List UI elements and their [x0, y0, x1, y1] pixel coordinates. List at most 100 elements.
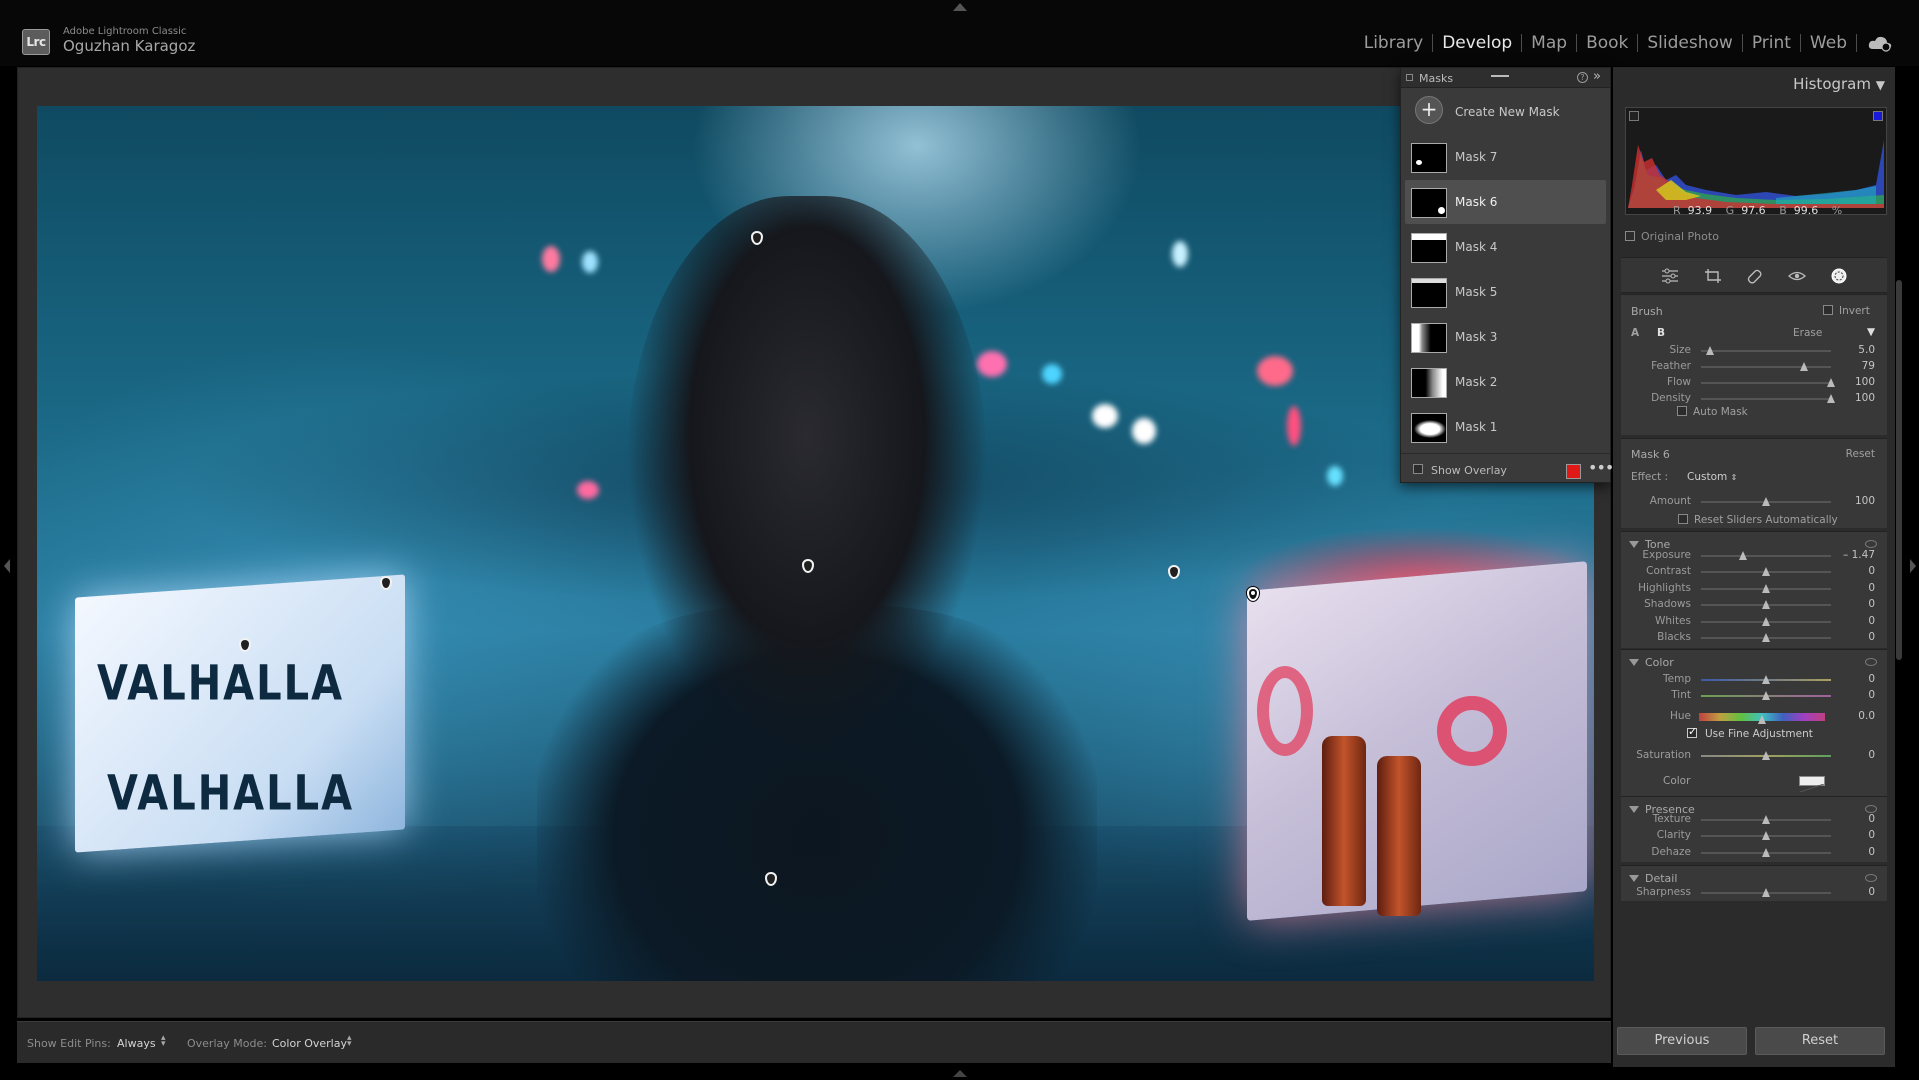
- auto-mask-checkbox[interactable]: [1677, 406, 1687, 416]
- mask-item[interactable]: Mask 1: [1405, 405, 1606, 449]
- slider-track[interactable]: [1701, 847, 1831, 857]
- module-develop[interactable]: Develop: [1433, 33, 1521, 53]
- slider-thumb[interactable]: [1762, 600, 1770, 610]
- slider-value[interactable]: 0: [1868, 813, 1875, 825]
- slider-thumb[interactable]: [1738, 551, 1747, 560]
- slider-thumb[interactable]: [1827, 394, 1835, 403]
- create-new-mask-button[interactable]: + Create New Mask: [1405, 90, 1606, 134]
- saturation-slider[interactable]: Saturation 0: [1621, 748, 1887, 764]
- photo[interactable]: VALHALLA VALHALLA: [37, 106, 1594, 981]
- mask-item-selected[interactable]: Mask 6: [1405, 180, 1606, 224]
- color-title[interactable]: Color: [1645, 656, 1674, 669]
- slider-track[interactable]: [1701, 831, 1831, 841]
- slider-value[interactable]: 79: [1862, 360, 1875, 372]
- module-web[interactable]: Web: [1801, 33, 1856, 53]
- amount-value[interactable]: 100: [1855, 495, 1875, 507]
- slider-value[interactable]: 0: [1868, 846, 1875, 858]
- slider-value[interactable]: 0: [1868, 631, 1875, 643]
- slider-track[interactable]: [1701, 551, 1831, 560]
- minimize-icon[interactable]: [1491, 75, 1509, 77]
- color-swatch[interactable]: [1799, 776, 1825, 793]
- section-collapse-icon[interactable]: [1629, 875, 1639, 882]
- slider-value[interactable]: 0: [1868, 615, 1875, 627]
- slider-thumb[interactable]: [1762, 497, 1770, 506]
- slider-thumb[interactable]: [1827, 378, 1835, 387]
- slider-thumb[interactable]: [1762, 567, 1770, 577]
- expand-left-panel-icon[interactable]: [4, 559, 10, 573]
- invert-checkbox[interactable]: [1823, 305, 1833, 315]
- tone-slider-blacks[interactable]: Blacks 0: [1621, 630, 1887, 646]
- slider-thumb[interactable]: [1762, 691, 1770, 700]
- crop-icon[interactable]: [1704, 268, 1722, 284]
- slider-value[interactable]: – 1.47: [1843, 549, 1875, 561]
- brush-a-tab[interactable]: A: [1631, 327, 1639, 339]
- masking-icon[interactable]: [1830, 268, 1848, 284]
- slider-thumb[interactable]: [1758, 715, 1766, 724]
- masks-panel-header[interactable]: Masks ? »: [1401, 68, 1610, 88]
- slider-track[interactable]: [1701, 600, 1831, 610]
- slider-value[interactable]: 5.0: [1858, 344, 1875, 356]
- slider-track[interactable]: [1701, 616, 1831, 626]
- brush-slider-feather[interactable]: Feather 79: [1621, 359, 1887, 375]
- brush-slider-density[interactable]: Density 100: [1621, 391, 1887, 407]
- visibility-eye-icon[interactable]: [1865, 874, 1877, 882]
- tone-slider-contrast[interactable]: Contrast 0: [1621, 564, 1887, 580]
- show-overlay-checkbox[interactable]: [1413, 464, 1423, 474]
- help-icon[interactable]: ?: [1577, 72, 1588, 83]
- brush-slider-flow[interactable]: Flow 100: [1621, 375, 1887, 391]
- red-eye-icon[interactable]: [1788, 268, 1806, 284]
- original-photo-toggle[interactable]: Original Photo: [1625, 230, 1719, 243]
- slider-track[interactable]: [1701, 675, 1831, 684]
- slider-track[interactable]: [1701, 346, 1831, 355]
- more-options-icon[interactable]: •••: [1588, 458, 1614, 477]
- reset-sliders-checkbox[interactable]: [1678, 514, 1688, 524]
- image-canvas[interactable]: VALHALLA VALHALLA: [17, 67, 1611, 1018]
- histogram-title[interactable]: Histogram ▼: [1793, 75, 1885, 93]
- collapse-right-panel-icon[interactable]: [1910, 559, 1916, 573]
- slider-value[interactable]: 0: [1868, 829, 1875, 841]
- module-print[interactable]: Print: [1743, 33, 1800, 53]
- slider-track[interactable]: [1701, 497, 1831, 506]
- slider-track[interactable]: [1701, 362, 1831, 371]
- effect-select[interactable]: Custom ⇕: [1687, 471, 1737, 483]
- detail-title[interactable]: Detail: [1645, 872, 1677, 885]
- brush-collapse-icon[interactable]: ▼: [1867, 326, 1875, 338]
- previous-button[interactable]: Previous: [1617, 1027, 1747, 1055]
- tone-slider-highlights[interactable]: Highlights 0: [1621, 581, 1887, 597]
- saturation-value[interactable]: 0: [1868, 749, 1875, 761]
- module-book[interactable]: Book: [1577, 33, 1637, 53]
- overlay-color-swatch[interactable]: [1566, 464, 1581, 479]
- slider-track[interactable]: [1701, 691, 1831, 700]
- slider-value[interactable]: 100: [1855, 392, 1875, 404]
- slider-track[interactable]: [1699, 713, 1825, 724]
- temp-value[interactable]: 0: [1868, 673, 1875, 685]
- section-collapse-icon[interactable]: [1629, 541, 1639, 548]
- tint-slider[interactable]: Tint 0: [1621, 688, 1887, 704]
- histogram[interactable]: [1625, 107, 1887, 215]
- mask-reset-button[interactable]: Reset: [1846, 448, 1875, 460]
- section-collapse-icon[interactable]: [1629, 659, 1639, 666]
- brush-b-tab[interactable]: B: [1657, 327, 1665, 339]
- module-map[interactable]: Map: [1522, 33, 1576, 53]
- slider-track[interactable]: [1701, 394, 1835, 403]
- slider-thumb[interactable]: [1799, 362, 1808, 371]
- sharpness-slider[interactable]: Sharpness 0: [1621, 885, 1887, 901]
- slider-value[interactable]: 0: [1868, 565, 1875, 577]
- mask-item[interactable]: Mask 7: [1405, 135, 1606, 179]
- presence-slider-texture[interactable]: Texture 0: [1621, 812, 1887, 828]
- healing-icon[interactable]: [1746, 268, 1764, 284]
- edit-sliders-icon[interactable]: [1661, 268, 1679, 284]
- visibility-eye-icon[interactable]: [1865, 540, 1877, 548]
- reset-button[interactable]: Reset: [1755, 1027, 1885, 1055]
- module-library[interactable]: Library: [1355, 33, 1432, 53]
- slider-track[interactable]: [1701, 751, 1831, 760]
- mask-item[interactable]: Mask 3: [1405, 315, 1606, 359]
- slider-track[interactable]: [1701, 815, 1831, 824]
- tone-slider-exposure[interactable]: Exposure – 1.47: [1621, 548, 1887, 564]
- presence-slider-clarity[interactable]: Clarity 0: [1621, 828, 1887, 844]
- slider-thumb[interactable]: [1762, 831, 1770, 841]
- slider-thumb[interactable]: [1762, 888, 1770, 897]
- slider-thumb[interactable]: [1762, 751, 1770, 760]
- dock-icon[interactable]: [1406, 74, 1413, 81]
- slider-track[interactable]: [1701, 888, 1831, 897]
